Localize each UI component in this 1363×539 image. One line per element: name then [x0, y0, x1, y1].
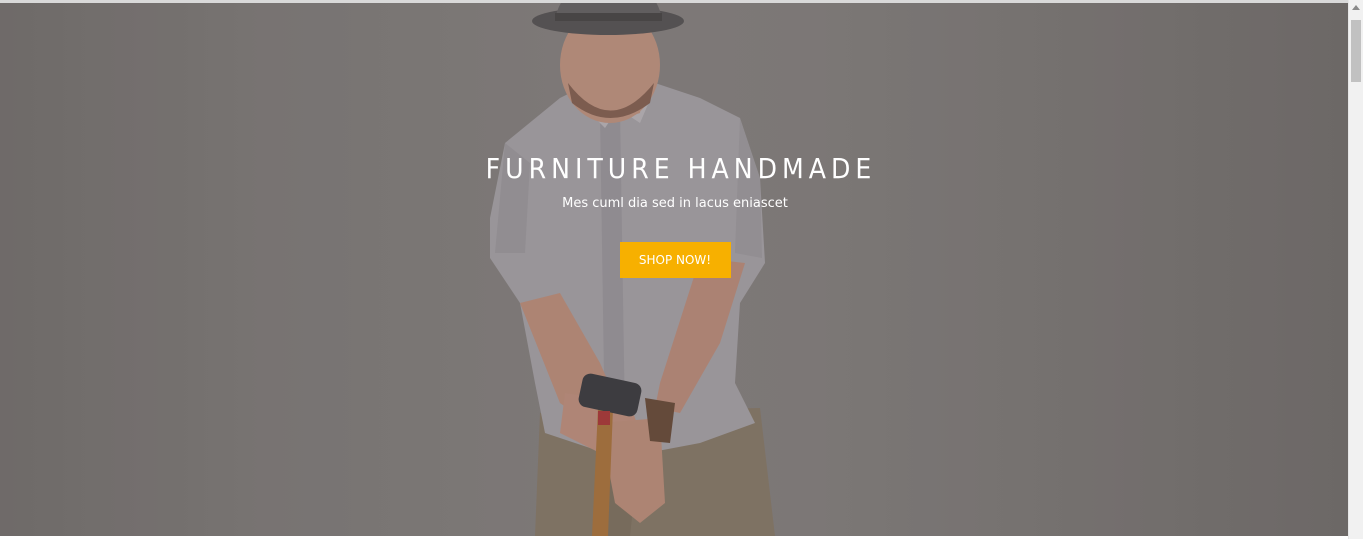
page-viewport: FURNITURE HANDMADE Mes cuml dia sed in l…: [0, 0, 1363, 539]
scrollbar-thumb[interactable]: [1351, 20, 1361, 82]
vertical-scrollbar[interactable]: [1348, 0, 1363, 539]
hero-subtitle: Mes cuml dia sed in lacus eniascet: [562, 196, 788, 211]
hero-title: FURNITURE HANDMADE: [485, 152, 877, 185]
chevron-up-icon[interactable]: [1352, 5, 1360, 10]
shop-now-button[interactable]: SHOP NOW!: [619, 242, 731, 278]
hero-content: FURNITURE HANDMADE Mes cuml dia sed in l…: [0, 149, 1348, 278]
hero-banner: FURNITURE HANDMADE Mes cuml dia sed in l…: [0, 3, 1348, 536]
